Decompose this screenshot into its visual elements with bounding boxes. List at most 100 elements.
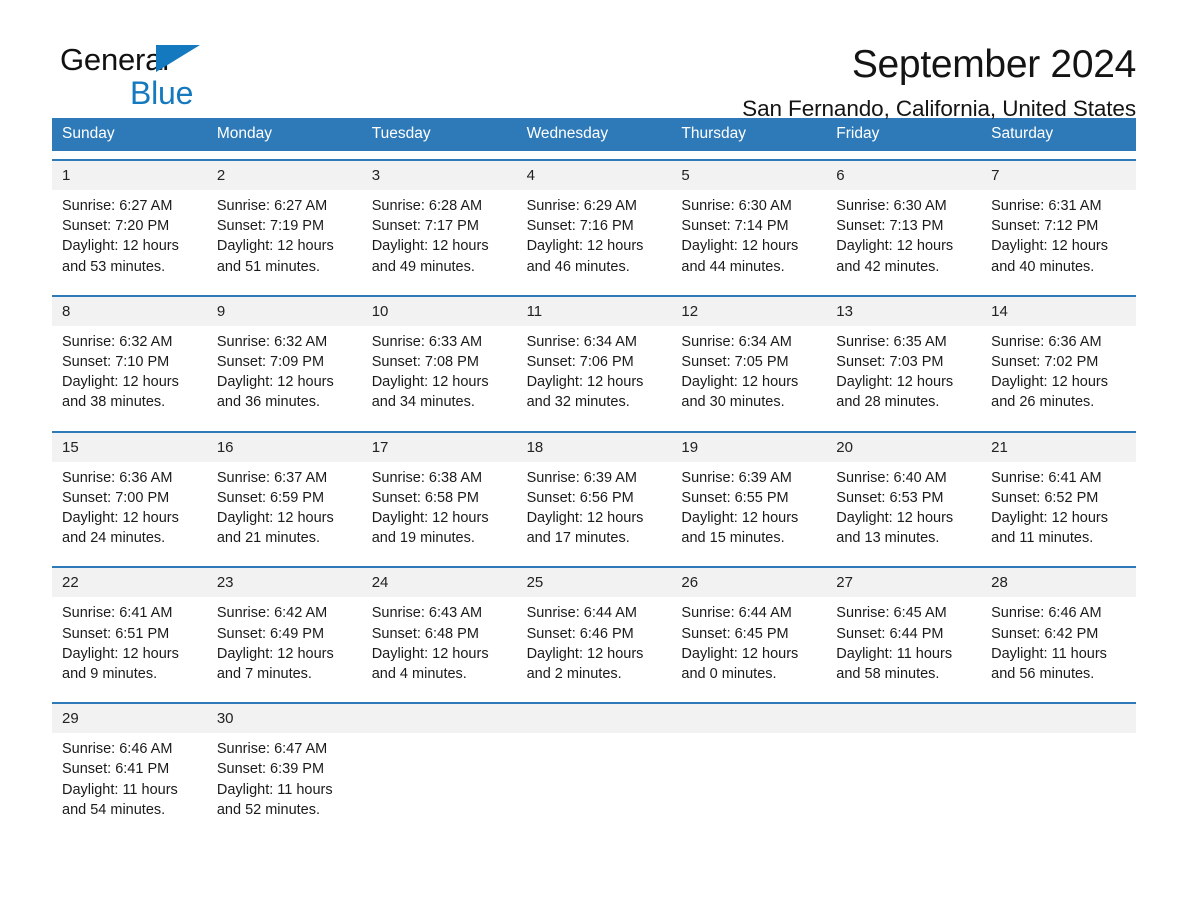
sunset-text: Sunset: 7:12 PM <box>991 218 1099 235</box>
week-daynumber-band: 8 9 10 11 12 13 14 <box>52 296 1136 326</box>
day-cell-empty <box>671 733 826 830</box>
daylight-text-line2: and 49 minutes. <box>371 258 475 275</box>
day-cell: Sunrise: 6:42 AM Sunset: 6:49 PM Dayligh… <box>207 597 362 694</box>
day-number[interactable]: 15 <box>52 433 207 462</box>
daylight-text-line1: Daylight: 12 hours <box>62 238 179 255</box>
day-number[interactable]: 17 <box>362 433 517 462</box>
daylight-text-line1: Daylight: 11 hours <box>991 645 1107 662</box>
day-number-empty <box>517 704 672 733</box>
daylight-text-line1: Daylight: 12 hours <box>526 645 644 662</box>
day-number[interactable]: 14 <box>981 297 1136 326</box>
daylight-text-line1: Daylight: 12 hours <box>371 645 489 662</box>
week-daynumber-band: 29 30 <box>52 704 1136 734</box>
daylight-text-line2: and 32 minutes. <box>526 394 630 411</box>
day-number-empty <box>981 704 1136 733</box>
day-number[interactable]: 1 <box>52 161 207 190</box>
daylight-text-line2: and 40 minutes. <box>991 258 1095 275</box>
day-number[interactable]: 29 <box>52 704 207 733</box>
daylight-text-line2: and 21 minutes. <box>216 530 321 547</box>
sunrise-text: Sunrise: 6:28 AM <box>371 198 483 214</box>
day-number[interactable]: 6 <box>826 161 981 190</box>
week-daynumber-band: 1 2 3 4 5 6 7 <box>52 161 1136 190</box>
week-detail-row: Sunrise: 6:32 AM Sunset: 7:10 PM Dayligh… <box>52 326 1136 423</box>
daylight-text-line2: and 52 minutes. <box>216 801 321 818</box>
sunset-text: Sunset: 7:00 PM <box>62 489 170 506</box>
day-cell: Sunrise: 6:27 AM Sunset: 7:20 PM Dayligh… <box>52 190 207 287</box>
day-number-empty <box>362 704 517 733</box>
day-number[interactable]: 3 <box>362 161 517 190</box>
page-subtitle: San Fernando, California, United States <box>742 96 1136 121</box>
calendar-week-row: 8 9 10 11 12 13 14 Sunrise: 6:32 AM Suns… <box>52 294 1136 423</box>
weekday-header-monday: Monday <box>216 125 272 142</box>
weekday-header-sunday: Sunday <box>62 125 115 142</box>
daylight-text-line2: and 42 minutes. <box>836 258 940 275</box>
sunset-text: Sunset: 7:10 PM <box>62 354 170 371</box>
day-cell-empty <box>362 733 517 830</box>
day-number[interactable]: 9 <box>207 297 362 326</box>
sunset-text: Sunset: 7:03 PM <box>836 354 944 371</box>
sunrise-text: Sunrise: 6:41 AM <box>991 469 1102 486</box>
day-number[interactable]: 7 <box>981 161 1136 190</box>
sunset-text: Sunset: 6:45 PM <box>681 625 789 642</box>
sunrise-text: Sunrise: 6:30 AM <box>836 198 947 214</box>
day-number[interactable]: 13 <box>826 297 981 326</box>
sunset-text: Sunset: 7:13 PM <box>836 218 944 235</box>
daylight-text-line1: Daylight: 12 hours <box>991 510 1109 527</box>
day-number[interactable]: 18 <box>517 433 672 462</box>
daylight-text-line2: and 17 minutes. <box>526 530 630 547</box>
sunset-text: Sunset: 6:56 PM <box>526 489 634 506</box>
sunrise-text: Sunrise: 6:31 AM <box>991 198 1102 214</box>
day-number[interactable]: 12 <box>671 297 826 326</box>
day-number[interactable]: 20 <box>826 433 981 462</box>
day-number[interactable]: 8 <box>52 297 207 326</box>
logo-text-blue: Blue <box>130 75 194 111</box>
day-cell: Sunrise: 6:30 AM Sunset: 7:14 PM Dayligh… <box>671 190 826 287</box>
sunrise-text: Sunrise: 6:34 AM <box>526 333 637 350</box>
day-number[interactable]: 5 <box>671 161 826 190</box>
day-cell: Sunrise: 6:44 AM Sunset: 6:46 PM Dayligh… <box>517 597 672 694</box>
daylight-text-line1: Daylight: 12 hours <box>216 510 334 527</box>
day-number[interactable]: 30 <box>207 704 362 733</box>
weekday-header-tuesday: Tuesday <box>371 125 431 142</box>
day-number[interactable]: 25 <box>517 568 672 597</box>
day-number[interactable]: 16 <box>207 433 362 462</box>
day-cell: Sunrise: 6:41 AM Sunset: 6:51 PM Dayligh… <box>52 597 207 694</box>
day-number[interactable]: 2 <box>207 161 362 190</box>
sunset-text: Sunset: 7:16 PM <box>526 218 634 235</box>
daylight-text-line1: Daylight: 12 hours <box>836 238 954 255</box>
day-number[interactable]: 19 <box>671 433 826 462</box>
sunset-text: Sunset: 6:58 PM <box>371 489 479 506</box>
day-number[interactable]: 11 <box>517 297 672 326</box>
daylight-text-line1: Daylight: 12 hours <box>526 510 644 527</box>
page-title: September 2024 <box>851 43 1136 86</box>
day-cell: Sunrise: 6:39 AM Sunset: 6:55 PM Dayligh… <box>671 462 826 559</box>
sunrise-text: Sunrise: 6:42 AM <box>216 605 328 622</box>
title-block: September 2024 San Fernando, California,… <box>742 42 1136 123</box>
day-number[interactable]: 27 <box>826 568 981 597</box>
day-number[interactable]: 28 <box>981 568 1136 597</box>
daylight-text-line1: Daylight: 12 hours <box>371 374 489 391</box>
day-number[interactable]: 22 <box>52 568 207 597</box>
daylight-text-line2: and 13 minutes. <box>836 530 940 547</box>
day-cell: Sunrise: 6:27 AM Sunset: 7:19 PM Dayligh… <box>207 190 362 287</box>
day-number[interactable]: 21 <box>981 433 1136 462</box>
calendar-page: General Blue September 2024 San Fernando… <box>0 0 1188 918</box>
sunrise-text: Sunrise: 6:32 AM <box>62 333 173 350</box>
calendar-week-row: 29 30 Sunrise: 6:46 AM Sunset: 6:41 PM D… <box>52 702 1136 830</box>
week-daynumber-band: 22 23 24 25 26 27 28 <box>52 568 1136 598</box>
day-cell: Sunrise: 6:45 AM Sunset: 6:44 PM Dayligh… <box>826 597 981 694</box>
sunset-text: Sunset: 6:44 PM <box>836 625 944 642</box>
day-cell: Sunrise: 6:43 AM Sunset: 6:48 PM Dayligh… <box>362 597 517 694</box>
day-number[interactable]: 4 <box>517 161 672 190</box>
day-cell: Sunrise: 6:47 AM Sunset: 6:39 PM Dayligh… <box>207 733 362 830</box>
daylight-text-line2: and 38 minutes. <box>62 394 166 411</box>
day-cell: Sunrise: 6:34 AM Sunset: 7:05 PM Dayligh… <box>671 326 826 423</box>
day-number[interactable]: 26 <box>671 568 826 597</box>
day-number[interactable]: 24 <box>362 568 517 597</box>
daylight-text-line2: and 34 minutes. <box>371 394 475 411</box>
sunset-text: Sunset: 6:41 PM <box>62 761 170 778</box>
sunrise-text: Sunrise: 6:27 AM <box>62 198 173 214</box>
day-number[interactable]: 23 <box>207 568 362 597</box>
day-number[interactable]: 10 <box>362 297 517 326</box>
daylight-text-line1: Daylight: 12 hours <box>681 510 799 527</box>
